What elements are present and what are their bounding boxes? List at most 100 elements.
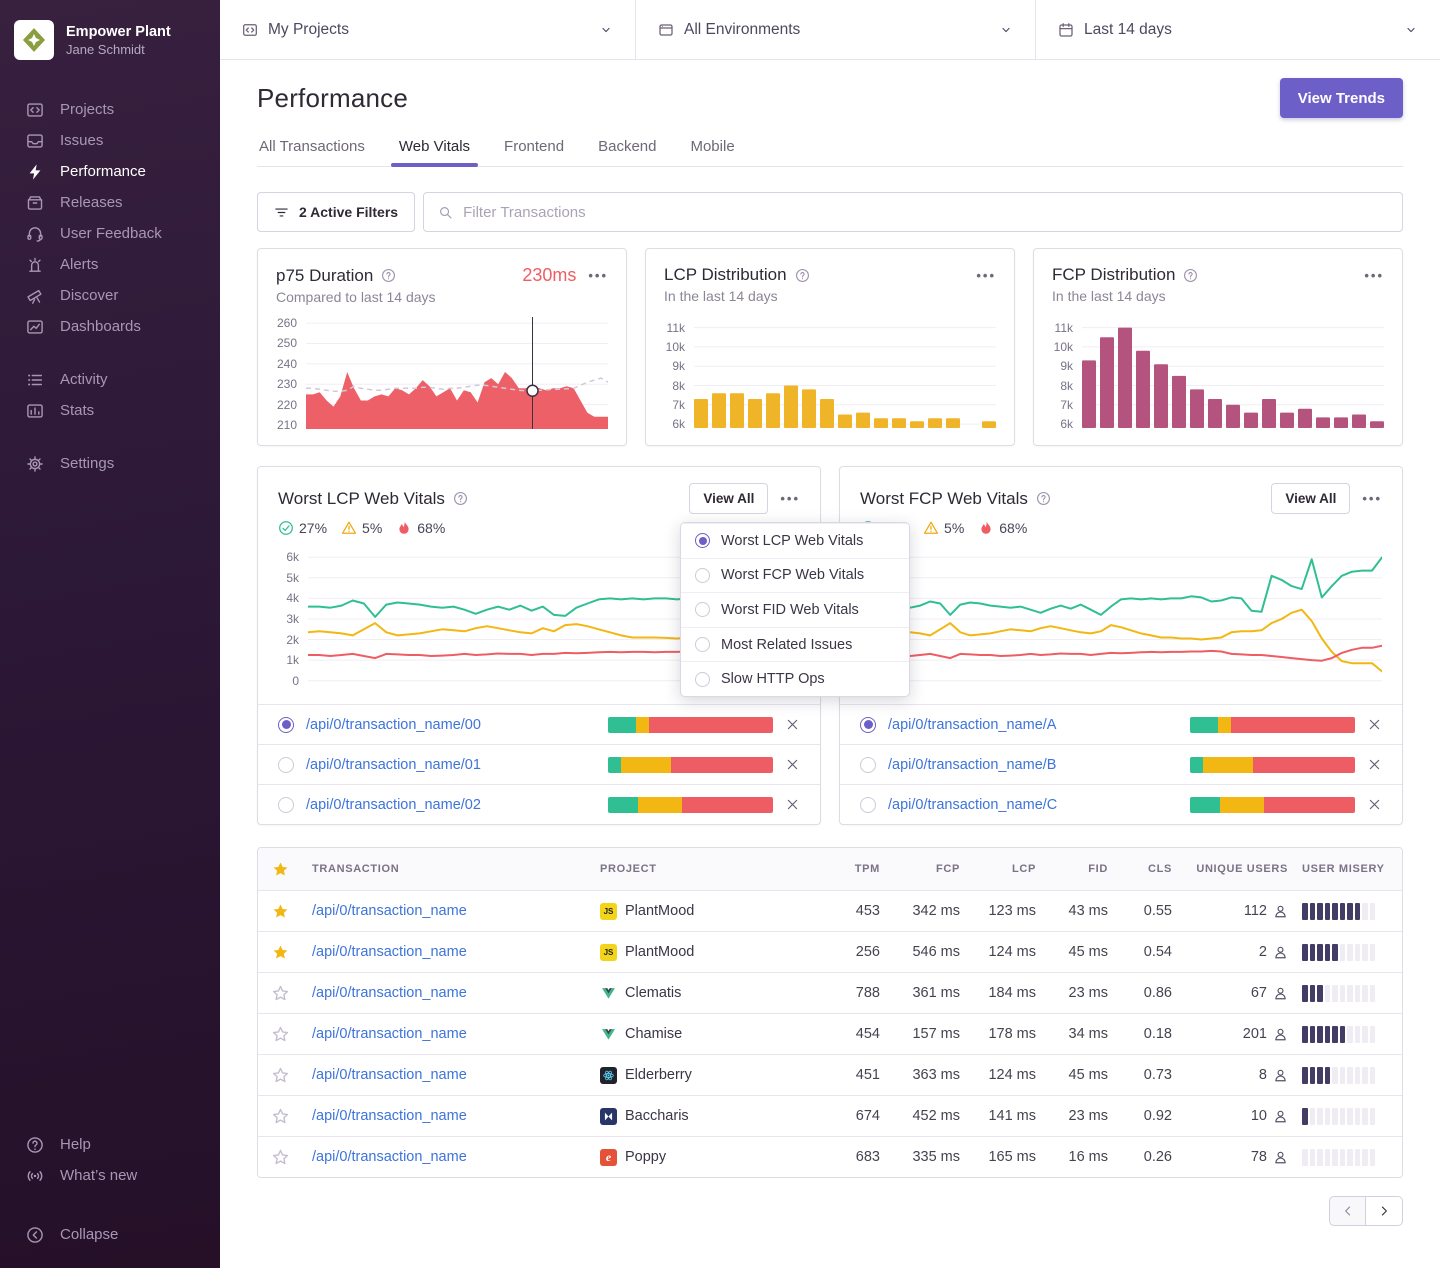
star-outline-icon[interactable] [272,1149,289,1166]
unique-users-cell: 112 [1172,903,1288,919]
filter-icon [274,205,289,220]
sidebar-item-user-feedback[interactable]: User Feedback [0,218,220,249]
stats-icon [26,402,44,420]
star-filled-icon[interactable] [272,861,289,878]
question-icon[interactable] [795,268,810,283]
transaction-link[interactable]: /api/0/transaction_name [312,1149,600,1165]
tab-frontend[interactable]: Frontend [502,130,566,166]
sidebar-nav-secondary: Activity Stats [0,364,220,426]
menu-item-worst-lcp-web-vitals[interactable]: Worst LCP Web Vitals [681,523,909,558]
radio-button[interactable] [860,757,876,773]
transaction-link[interactable]: /api/0/transaction_name [312,1067,600,1083]
transaction-link[interactable]: /api/0/transaction_name/01 [306,757,596,773]
project-name[interactable]: Chamise [625,1026,682,1042]
project-name[interactable]: Elderberry [625,1067,692,1083]
sidebar-item-dashboards[interactable]: Dashboards [0,311,220,342]
next-page-button[interactable] [1366,1196,1403,1226]
org-switcher[interactable]: Empower Plant Jane Schmidt [0,12,220,68]
radio-button[interactable] [278,717,294,733]
star-filled-icon[interactable] [272,903,289,920]
fcp-value: 452 ms [880,1108,960,1124]
project-name[interactable]: PlantMood [625,903,694,919]
search-input[interactable] [463,204,1388,221]
star-outline-icon[interactable] [272,1026,289,1043]
radio-button[interactable] [278,797,294,813]
table-row: /api/0/transaction_name JS PlantMood 453… [258,890,1402,931]
transaction-link[interactable]: /api/0/transaction_name/C [888,797,1178,813]
close-icon[interactable] [1367,797,1382,812]
star-outline-icon[interactable] [272,985,289,1002]
question-icon[interactable] [1183,268,1198,283]
question-icon[interactable] [453,491,468,506]
tab-web-vitals[interactable]: Web Vitals [397,130,472,166]
star-outline-icon[interactable] [272,1108,289,1125]
environment-selector[interactable]: All Environments [635,0,1035,59]
transaction-link[interactable]: /api/0/transaction_name [312,985,600,1001]
chevron-down-icon [599,23,613,37]
transaction-link[interactable]: /api/0/transaction_name/B [888,757,1178,773]
lcp-distribution-card: LCP Distribution ••• In the last 14 days… [645,248,1015,446]
view-all-button[interactable]: View All [1271,483,1350,514]
close-icon[interactable] [1367,717,1382,732]
javascript-project-icon: JS [600,903,617,920]
radio-button[interactable] [278,757,294,773]
more-options-icon[interactable]: ••• [780,492,800,505]
menu-item-slow-http-ops[interactable]: Slow HTTP Ops [681,661,909,696]
view-all-button[interactable]: View All [689,483,768,514]
radio-button[interactable] [860,797,876,813]
project-name[interactable]: Baccharis [625,1108,689,1124]
transaction-link[interactable]: /api/0/transaction_name/A [888,717,1178,733]
sidebar-item-projects[interactable]: Projects [0,94,220,125]
sidebar-item-releases[interactable]: Releases [0,187,220,218]
sidebar-item-activity[interactable]: Activity [0,364,220,395]
transaction-link[interactable]: /api/0/transaction_name [312,944,600,960]
menu-item-worst-fcp-web-vitals[interactable]: Worst FCP Web Vitals [681,558,909,593]
user-misery-bar [1302,1108,1388,1125]
transaction-link[interactable]: /api/0/transaction_name [312,1026,600,1042]
sidebar-item-help[interactable]: Help [0,1129,220,1160]
more-options-icon[interactable]: ••• [588,269,608,282]
close-icon[interactable] [785,797,800,812]
view-trends-button[interactable]: View Trends [1280,78,1403,118]
transaction-link[interactable]: /api/0/transaction_name [312,1108,600,1124]
project-name[interactable]: Clematis [625,985,681,1001]
star-filled-icon[interactable] [272,944,289,961]
close-icon[interactable] [785,757,800,772]
sidebar-item-collapse[interactable]: Collapse [0,1219,220,1250]
more-options-icon[interactable]: ••• [1362,492,1382,505]
transaction-link[interactable]: /api/0/transaction_name/00 [306,717,596,733]
project-selector[interactable]: My Projects [220,0,635,59]
transaction-link[interactable]: /api/0/transaction_name/02 [306,797,596,813]
radio-button[interactable] [860,717,876,733]
sidebar-item-performance[interactable]: Performance [0,156,220,187]
project-name[interactable]: Poppy [625,1149,666,1165]
close-icon[interactable] [1367,757,1382,772]
menu-item-most-related-issues[interactable]: Most Related Issues [681,627,909,662]
user-misery-bar [1302,1067,1388,1084]
empower-plant-logo-icon [17,23,51,57]
sidebar-item-what-s-new[interactable]: What’s new [0,1160,220,1191]
calendar-icon [1058,22,1074,38]
project-name[interactable]: PlantMood [625,944,694,960]
sidebar-item-stats[interactable]: Stats [0,395,220,426]
tab-all-transactions[interactable]: All Transactions [257,130,367,166]
sidebar-item-settings[interactable]: Settings [0,448,220,479]
more-options-icon[interactable]: ••• [976,269,996,282]
tab-mobile[interactable]: Mobile [688,130,736,166]
active-filters-button[interactable]: 2 Active Filters [257,192,415,232]
previous-page-button[interactable] [1329,1196,1366,1226]
question-icon[interactable] [381,268,396,283]
user-misery-bar [1302,1026,1388,1043]
tab-backend[interactable]: Backend [596,130,658,166]
close-icon[interactable] [785,717,800,732]
sidebar-item-alerts[interactable]: Alerts [0,249,220,280]
menu-item-worst-fid-web-vitals[interactable]: Worst FID Web Vitals [681,592,909,627]
unique-users-cell: 10 [1172,1108,1288,1124]
question-icon[interactable] [1036,491,1051,506]
sidebar-item-discover[interactable]: Discover [0,280,220,311]
more-options-icon[interactable]: ••• [1364,269,1384,282]
date-range-selector[interactable]: Last 14 days [1035,0,1440,59]
sidebar-item-issues[interactable]: Issues [0,125,220,156]
transaction-link[interactable]: /api/0/transaction_name [312,903,600,919]
star-outline-icon[interactable] [272,1067,289,1084]
